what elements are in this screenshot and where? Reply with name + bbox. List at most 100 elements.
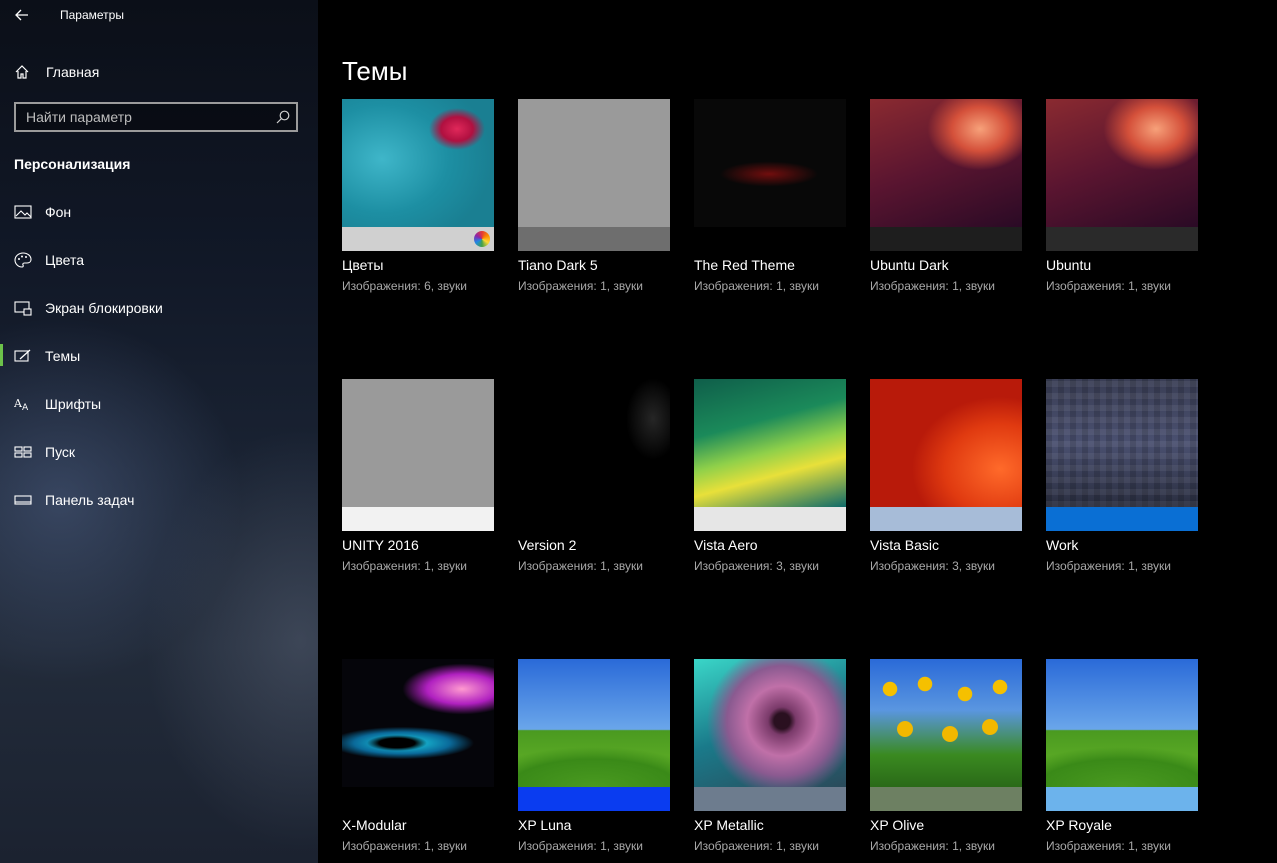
theme-thumbnail — [694, 379, 846, 531]
theme-description: Изображения: 1, звуки — [342, 839, 467, 853]
theme-description: Изображения: 1, звуки — [518, 279, 643, 293]
theme-thumbnail — [342, 659, 494, 811]
title-bar: Параметры — [0, 0, 318, 32]
fonts-icon: A A — [14, 397, 29, 412]
theme-name: X-Modular — [342, 817, 407, 833]
main-content: Темы Цветы Изображения: 6, звуки Tiano D… — [318, 0, 1277, 863]
sidebar: Параметры Главная Персонализация Фон — [0, 0, 318, 863]
theme-tile[interactable]: UNITY 2016 Изображения: 1, звуки — [342, 379, 494, 573]
theme-tile[interactable]: XP Royale Изображения: 1, звуки — [1046, 659, 1198, 853]
sidebar-item-label: Шрифты — [45, 396, 102, 412]
lock-screen-icon — [14, 301, 32, 316]
theme-name: Vista Basic — [870, 537, 939, 553]
theme-thumbnail — [518, 99, 670, 251]
theme-color-bar — [1046, 787, 1198, 811]
theme-color-bar — [870, 507, 1022, 531]
palette-icon — [14, 252, 32, 268]
theme-tile[interactable]: XP Luna Изображения: 1, звуки — [518, 659, 670, 853]
theme-tile[interactable]: The Red Theme Изображения: 1, звуки — [694, 99, 846, 293]
theme-description: Изображения: 1, звуки — [518, 559, 643, 573]
search-input[interactable] — [16, 104, 276, 130]
sidebar-nav: Фон Цвета Экран блокировки Темы A A Шриф… — [0, 196, 318, 532]
theme-thumbnail — [342, 99, 494, 251]
theme-tile[interactable]: Tiano Dark 5 Изображения: 1, звуки — [518, 99, 670, 293]
taskbar-icon — [14, 495, 32, 505]
theme-thumbnail — [518, 659, 670, 811]
search-box — [14, 102, 298, 132]
sidebar-item-label: Пуск — [45, 444, 76, 460]
sidebar-item-label: Цвета — [45, 252, 84, 268]
theme-tile[interactable]: Version 2 Изображения: 1, звуки — [518, 379, 670, 573]
sidebar-item-label: Панель задач — [45, 492, 135, 508]
sidebar-item-themes[interactable]: Темы — [0, 340, 318, 388]
theme-preview-image — [342, 99, 494, 227]
theme-tile[interactable]: Vista Basic Изображения: 3, звуки — [870, 379, 1022, 573]
theme-tile[interactable]: XP Olive Изображения: 1, звуки — [870, 659, 1022, 853]
theme-color-bar — [342, 787, 494, 811]
theme-color-bar — [694, 507, 846, 531]
theme-name: XP Olive — [870, 817, 925, 833]
theme-description: Изображения: 1, звуки — [1046, 279, 1171, 293]
theme-thumbnail — [1046, 659, 1198, 811]
theme-name: The Red Theme — [694, 257, 795, 273]
theme-name: Ubuntu Dark — [870, 257, 949, 273]
theme-thumbnail — [518, 379, 670, 531]
home-label: Главная — [46, 64, 100, 80]
sidebar-item-lock-screen[interactable]: Экран блокировки — [0, 292, 318, 340]
window-title: Параметры — [60, 8, 124, 22]
theme-thumbnail — [1046, 379, 1198, 531]
color-wheel-icon — [474, 231, 490, 247]
theme-name: Tiano Dark 5 — [518, 257, 598, 273]
sidebar-item-fonts[interactable]: A A Шрифты — [0, 388, 318, 436]
theme-tile[interactable]: Цветы Изображения: 6, звуки — [342, 99, 494, 293]
theme-color-bar — [694, 227, 846, 251]
theme-color-bar — [518, 227, 670, 251]
sidebar-item-background[interactable]: Фон — [0, 196, 318, 244]
theme-thumbnail — [1046, 99, 1198, 251]
sidebar-item-taskbar[interactable]: Панель задач — [0, 484, 318, 532]
theme-name: Version 2 — [518, 537, 577, 553]
theme-tile[interactable]: XP Metallic Изображения: 1, звуки — [694, 659, 846, 853]
theme-thumbnail — [870, 659, 1022, 811]
theme-preview-image — [694, 379, 846, 507]
theme-color-bar — [694, 787, 846, 811]
search-icon[interactable] — [276, 110, 290, 124]
section-title: Персонализация — [14, 156, 131, 172]
theme-tile[interactable]: Work Изображения: 1, звуки — [1046, 379, 1198, 573]
theme-description: Изображения: 1, звуки — [1046, 559, 1171, 573]
sidebar-item-colors[interactable]: Цвета — [0, 244, 318, 292]
theme-name: XP Royale — [1046, 817, 1112, 833]
theme-name: Work — [1046, 537, 1079, 553]
theme-color-bar — [342, 507, 494, 531]
theme-description: Изображения: 1, звуки — [518, 839, 643, 853]
theme-preview-image — [694, 659, 846, 787]
theme-name: Ubuntu — [1046, 257, 1092, 273]
sidebar-item-label: Экран блокировки — [45, 300, 163, 316]
selection-indicator — [0, 344, 3, 366]
theme-description: Изображения: 1, звуки — [870, 279, 995, 293]
back-button[interactable] — [10, 4, 34, 26]
theme-description: Изображения: 1, звуки — [870, 839, 995, 853]
sidebar-item-start[interactable]: Пуск — [0, 436, 318, 484]
theme-tile[interactable]: Vista Aero Изображения: 3, звуки — [694, 379, 846, 573]
theme-tile[interactable]: Ubuntu Изображения: 1, звуки — [1046, 99, 1198, 293]
theme-preview-image — [694, 99, 846, 227]
theme-thumbnail — [870, 99, 1022, 251]
theme-tile[interactable]: Ubuntu Dark Изображения: 1, звуки — [870, 99, 1022, 293]
home-icon — [15, 65, 29, 79]
theme-preview-image — [870, 659, 1022, 787]
home-link[interactable]: Главная — [0, 58, 318, 86]
theme-thumbnail — [694, 659, 846, 811]
theme-thumbnail — [694, 99, 846, 251]
theme-tile[interactable]: X-Modular Изображения: 1, звуки — [342, 659, 494, 853]
theme-name: Цветы — [342, 257, 384, 273]
theme-color-bar — [342, 227, 494, 251]
theme-preview-image — [870, 379, 1022, 507]
theme-description: Изображения: 1, звуки — [342, 559, 467, 573]
theme-thumbnail — [870, 379, 1022, 531]
themes-icon — [14, 349, 31, 362]
theme-name: XP Metallic — [694, 817, 764, 833]
start-icon — [14, 446, 32, 458]
theme-preview-image — [518, 99, 670, 227]
theme-preview-image — [518, 659, 670, 787]
